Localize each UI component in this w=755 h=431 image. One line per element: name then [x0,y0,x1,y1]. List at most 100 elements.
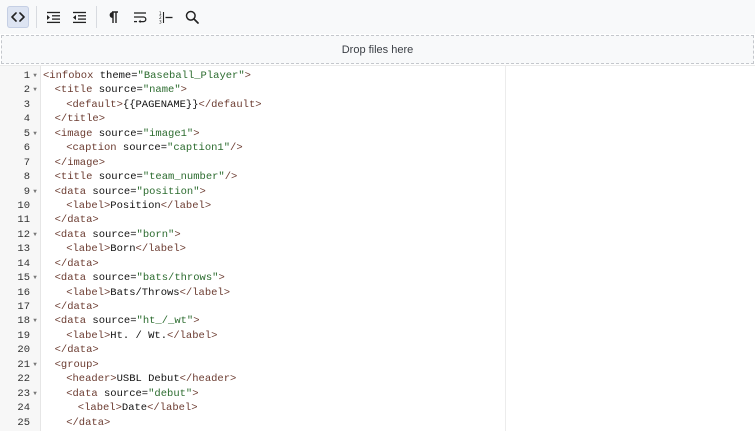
code-line[interactable]: 10 <label>Position</label> [0,199,755,213]
code-token: "Baseball_Player" [137,70,245,82]
code-token: </data> [54,257,99,270]
code-editor[interactable]: 1 ▼ <infobox theme="Baseball_Player"> 2 ▼ <ti… [0,65,755,431]
code-token: Ht. / Wt. [110,329,168,342]
code-token: <default> [66,98,123,111]
code-line[interactable]: 20 </data> [0,343,755,357]
fold-arrow-icon[interactable]: ▼ [32,185,38,199]
line-number: 7 [23,156,30,169]
code-line[interactable]: 11 </data> [0,213,755,227]
code-token: <group> [54,358,99,371]
fold-arrow-icon[interactable]: ▼ [32,69,38,83]
file-drop-zone[interactable]: Drop files here [1,35,754,64]
code-token: theme= [99,70,138,82]
indent-icon [46,11,60,23]
code-token: <data [54,185,93,198]
code-line[interactable]: 4 </title> [0,112,755,126]
code-token: "caption1" [167,142,231,155]
code-token: source= [92,272,137,285]
line-number: 15 [17,272,30,285]
search-button[interactable] [181,6,203,28]
code-line[interactable]: 13 <label>Born</label> [0,242,755,256]
fold-arrow-icon[interactable]: ▼ [32,127,38,141]
code-token: </title> [54,113,106,126]
line-number: 13 [17,243,30,256]
code-token: <label> [66,243,111,256]
code-text: <label>Bats/Throws</label> [66,286,230,300]
line-number: 5 [23,127,30,140]
code-text: <title source="team_number"/> [55,170,238,184]
code-line[interactable]: 3 <default>{{PAGENAME}}</default> [0,98,755,112]
code-token: > [192,387,199,400]
code-token: <image [54,127,99,140]
line-number: 14 [17,257,30,270]
fold-arrow-icon[interactable]: ▼ [32,314,38,328]
code-token: "name" [142,84,181,97]
line-number: 11 [17,214,30,227]
code-token: source= [92,315,137,328]
toolbar-divider [96,6,97,28]
line-number: 19 [17,329,30,342]
code-line[interactable]: 16 <label>Bats/Throws</label> [0,286,755,300]
code-token: > [180,84,187,97]
code-line[interactable]: 8 <title source="team_number"/> [0,170,755,184]
code-line[interactable]: 15 ▼ <data source="bats/throws"> [0,271,755,285]
wrap-button[interactable] [129,6,151,28]
code-text: <data source="position"> [55,185,206,199]
code-text: </data> [55,257,99,271]
code-token: </data> [54,301,99,313]
code-token: </data> [66,416,111,429]
code-line[interactable]: 24 <label>Date</label> [0,401,755,415]
code-token: </label> [167,329,218,342]
text-wrap-icon [134,12,147,23]
code-text: </data> [55,343,99,357]
code-text: <label>Position</label> [66,199,211,213]
line-number: 6 [23,142,30,155]
wikitext-editor: 1 2 3 Drop files here 1 ▼ <infobox theme="… [0,0,755,431]
code-text: <data source="debut"> [66,387,198,401]
code-line[interactable]: 18 ▼ <data source="ht_/_wt"> [0,314,755,328]
code-token: > [199,185,206,198]
code-text: </data> [55,213,99,227]
code-line[interactable]: 19 <label>Ht. / Wt.</label> [0,329,755,343]
code-line[interactable]: 14 </data> [0,257,755,271]
source-toggle-button[interactable] [7,6,29,28]
code-token: <data [54,228,93,241]
code-token: "debut" [148,387,193,400]
code-line[interactable]: 2 ▼ <title source="name"> [0,83,755,97]
line-number: 22 [17,373,30,386]
code-token: Bats/Throws [110,286,180,299]
fold-arrow-icon[interactable]: ▼ [32,271,38,285]
indent-button[interactable] [42,6,64,28]
code-line[interactable]: 7 </image> [0,156,755,170]
code-line[interactable]: 22 <header>USBL Debut</header> [0,372,755,386]
code-line[interactable]: 25 </data> [0,416,755,430]
line-number: 8 [23,171,30,184]
line-number: 17 [17,301,30,313]
line-numbers-button[interactable]: 1 2 3 [155,6,177,28]
code-line[interactable]: 23 ▼ <data source="debut"> [0,387,755,401]
code-token: <data [66,387,104,400]
fold-arrow-icon[interactable]: ▼ [32,228,38,242]
code-line[interactable]: 21 ▼ <group> [0,358,755,372]
code-token: Date [121,402,148,415]
code-token: <title [54,84,99,97]
paragraph-button[interactable] [102,6,124,28]
fold-arrow-icon[interactable]: ▼ [32,358,38,372]
outdent-button[interactable] [68,6,90,28]
code-text: <data source="bats/throws"> [55,271,225,285]
code-line[interactable]: 5 ▼ <image source="image1"> [0,127,755,141]
fold-arrow-icon[interactable]: ▼ [32,83,38,97]
code-token: <label> [77,402,122,415]
code-token: <label> [66,199,111,212]
code-token: </label> [179,286,231,299]
code-line[interactable]: 12 ▼ <data source="born"> [0,228,755,242]
code-line[interactable]: 9 ▼ <data source="position"> [0,185,755,199]
code-line[interactable]: 1 ▼ <infobox theme="Baseball_Player"> [0,69,755,83]
line-number: 23 [17,387,30,400]
code-token: source= [104,387,149,400]
code-text: <data source="ht_/_wt"> [55,314,200,328]
code-line[interactable]: 6 <caption source="caption1"/> [0,141,755,155]
code-line[interactable]: 17 </data> [0,300,755,314]
code-token: </label> [135,243,186,256]
fold-arrow-icon[interactable]: ▼ [32,387,38,401]
